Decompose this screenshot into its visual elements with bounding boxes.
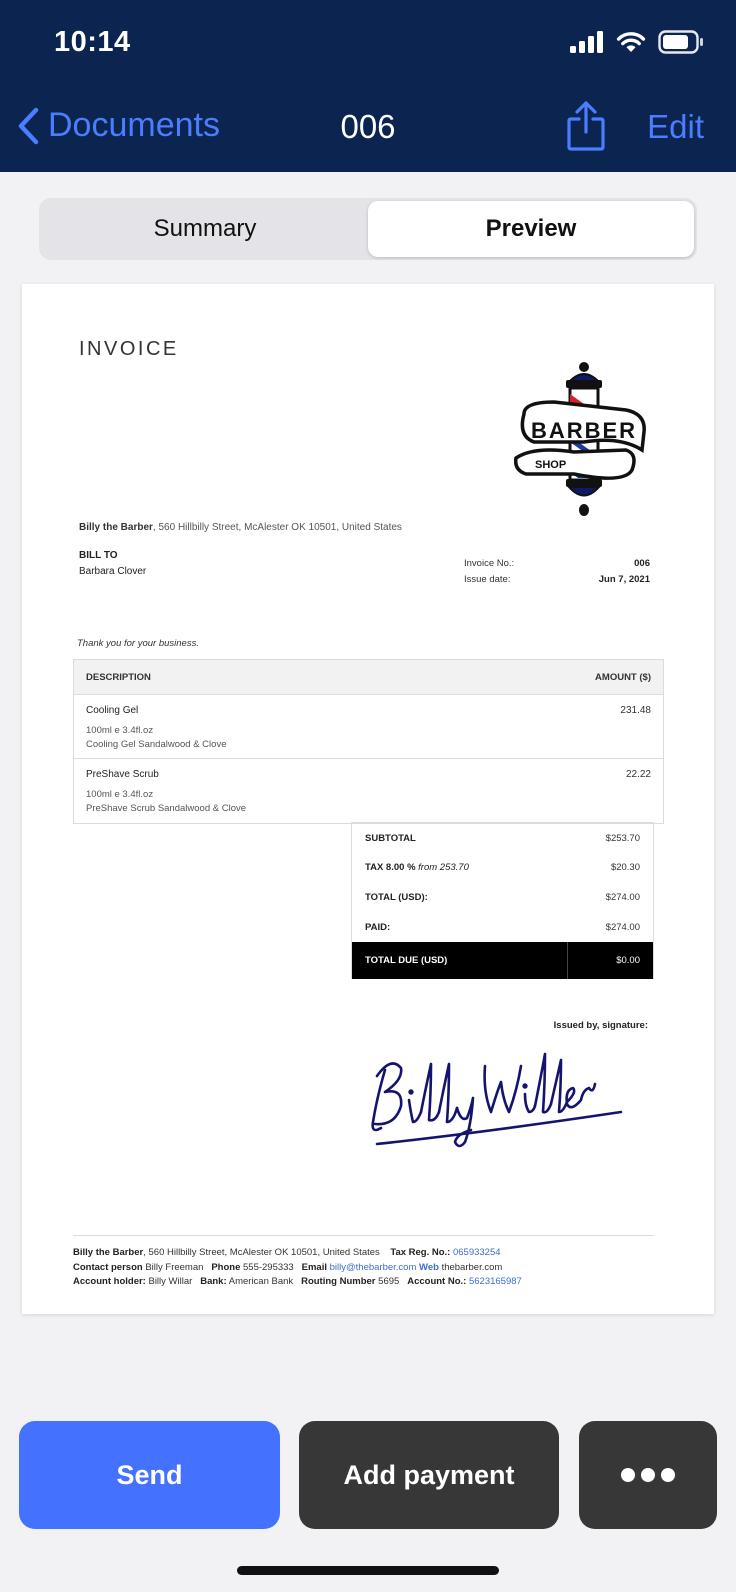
paid-label: PAID: xyxy=(365,922,391,933)
tax-value: $20.30 xyxy=(610,862,640,873)
ellipsis-icon xyxy=(621,1468,675,1482)
footer-holder: Billy Willar xyxy=(148,1276,193,1287)
item-detail: PreShave Scrub Sandalwood & Clove xyxy=(86,803,247,814)
footer-phone-label: Phone xyxy=(211,1261,241,1273)
footer-tax-reg: 065933254 xyxy=(452,1247,501,1258)
total-due-row: TOTAL DUE (USD) $0.00 xyxy=(352,942,653,979)
footer-account: 5623165987 xyxy=(468,1276,522,1287)
invoice-no-label: Invoice No.: xyxy=(464,558,515,569)
invoice-no-value: 006 xyxy=(634,558,650,569)
item-name: PreShave Scrub xyxy=(86,769,159,780)
footer-holder-label: Account holder: xyxy=(73,1276,146,1287)
footer-divider xyxy=(73,1235,654,1236)
table-row: Cooling Gel 231.48 100ml e 3.4fl.oz Cool… xyxy=(74,695,663,759)
column-description: DESCRIPTION xyxy=(86,672,151,683)
issue-date-value: Jun 7, 2021 xyxy=(598,574,650,585)
tab-preview[interactable]: Preview xyxy=(368,201,694,257)
bill-to-label: BILL TO xyxy=(79,550,118,561)
back-button-label: Documents xyxy=(48,106,220,144)
footer-web-label: Web xyxy=(419,1261,439,1273)
total-due-value: $0.00 xyxy=(616,955,640,966)
item-detail: Cooling Gel Sandalwood & Clove xyxy=(86,739,227,750)
footer-web: thebarber.com xyxy=(441,1261,503,1273)
logo-text-shop: SHOP xyxy=(535,459,566,471)
sender-line: Billy the Barber, 560 Hillbilly Street, … xyxy=(79,522,402,533)
view-segmented-control: Summary Preview xyxy=(39,198,697,260)
tax-row: TAX 8.00 % from 253.70 $20.30 xyxy=(352,852,653,882)
footer-account-label: Account No.: xyxy=(407,1276,467,1287)
barber-shop-logo: BARBER SHOP xyxy=(514,362,646,516)
subtotal-value: $253.70 xyxy=(605,833,640,844)
table-header: DESCRIPTION AMOUNT ($) xyxy=(74,660,663,695)
total-row: TOTAL (USD): $274.00 xyxy=(352,882,653,912)
chevron-left-icon xyxy=(18,107,39,144)
edit-button[interactable]: Edit xyxy=(647,108,704,146)
divider xyxy=(567,942,568,979)
invoice-preview: INVOICE BARBER SHOP Billy the Barber, 56… xyxy=(22,284,714,1314)
share-button[interactable] xyxy=(566,100,606,157)
top-bar: 10:14 Documents 006 Edit xyxy=(0,0,736,172)
footer-email-label: Email xyxy=(301,1261,327,1273)
issue-date-label: Issue date: xyxy=(464,574,511,585)
item-amount: 231.48 xyxy=(620,705,651,716)
total-label: TOTAL (USD): xyxy=(365,892,428,903)
footer-line-1: Billy the Barber, 560 Hillbilly Street, … xyxy=(73,1246,522,1261)
item-amount: 22.22 xyxy=(625,769,651,780)
send-button[interactable]: Send xyxy=(19,1421,280,1529)
logo-text-barber: BARBER xyxy=(531,418,637,443)
footer-address: , 560 Hillbilly Street, McAlester OK 105… xyxy=(143,1247,380,1258)
sender-name: Billy the Barber xyxy=(79,522,153,533)
tax-base: from 253.70 xyxy=(418,862,469,873)
status-time: 10:14 xyxy=(54,26,131,58)
add-payment-button[interactable]: Add payment xyxy=(299,1421,559,1529)
home-indicator xyxy=(237,1566,499,1575)
back-button[interactable]: Documents xyxy=(16,106,220,145)
signature xyxy=(371,1052,623,1148)
tax-label: TAX 8.00 % from 253.70 xyxy=(365,862,469,873)
item-detail: 100ml e 3.4fl.oz xyxy=(86,725,154,736)
footer-company: Billy the Barber xyxy=(73,1247,144,1258)
subtotal-label: SUBTOTAL xyxy=(365,833,416,844)
battery-icon xyxy=(658,30,703,54)
footer-contact-label: Contact person xyxy=(73,1261,143,1273)
footer-phone: 555-295333 xyxy=(243,1261,294,1273)
totals-table: SUBTOTAL $253.70 TAX 8.00 % from 253.70 … xyxy=(351,822,654,979)
item-name: Cooling Gel xyxy=(86,705,139,716)
tax-rate: TAX 8.00 % xyxy=(365,862,416,873)
footer-tax-reg-label: Tax Reg. No.: xyxy=(390,1247,451,1258)
invoice-heading: INVOICE xyxy=(79,338,179,360)
wifi-icon xyxy=(616,32,646,52)
line-items-table: DESCRIPTION AMOUNT ($) Cooling Gel 231.4… xyxy=(73,659,664,824)
more-button[interactable] xyxy=(579,1421,717,1529)
footer-line-2: Contact person Billy Freeman Phone 555-2… xyxy=(73,1261,522,1276)
footer-contact: Billy Freeman xyxy=(145,1261,204,1273)
total-due-label: TOTAL DUE (USD) xyxy=(365,955,448,966)
sender-address: , 560 Hillbilly Street, McAlester OK 105… xyxy=(152,522,402,533)
signal-icon xyxy=(570,31,603,53)
total-value: $274.00 xyxy=(605,892,640,903)
status-icons xyxy=(570,30,704,54)
thank-you-note: Thank you for your business. xyxy=(77,638,199,649)
column-amount: AMOUNT ($) xyxy=(595,672,651,683)
footer-email-link[interactable]: billy@thebarber.com xyxy=(330,1262,417,1273)
bill-to-name: Barbara Clover xyxy=(79,566,147,577)
footer-routing-label: Routing Number xyxy=(301,1276,376,1287)
share-icon xyxy=(567,101,605,151)
item-detail: 100ml e 3.4fl.oz xyxy=(86,789,154,800)
footer-bank-label: Bank: xyxy=(200,1276,227,1287)
footer-routing: 5695 xyxy=(378,1276,400,1287)
footer-bank: American Bank xyxy=(228,1276,294,1287)
subtotal-row: SUBTOTAL $253.70 xyxy=(352,823,653,852)
tab-summary[interactable]: Summary xyxy=(42,201,368,257)
issued-by-label: Issued by, signature: xyxy=(553,1020,648,1031)
footer-line-3: Account holder: Billy Willar Bank: Ameri… xyxy=(73,1275,522,1290)
invoice-footer: Billy the Barber, 560 Hillbilly Street, … xyxy=(73,1246,522,1290)
table-row: PreShave Scrub 22.22 100ml e 3.4fl.oz Pr… xyxy=(74,759,663,823)
paid-value: $274.00 xyxy=(605,922,640,933)
paid-row: PAID: $274.00 xyxy=(352,912,653,942)
